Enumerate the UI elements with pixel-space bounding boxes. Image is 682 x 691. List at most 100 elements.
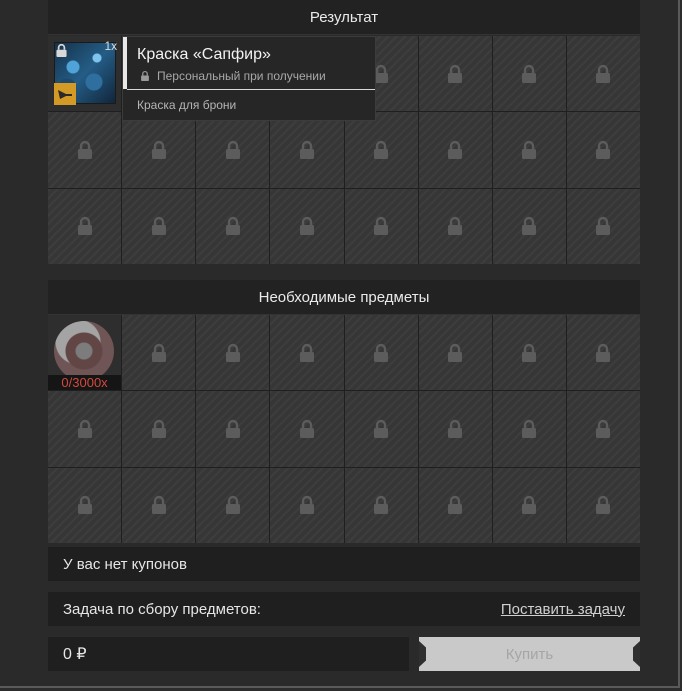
buy-button-label: Купить — [505, 645, 554, 663]
lock-icon — [151, 496, 166, 515]
lock-icon — [448, 217, 463, 236]
crafting-panel: Результат 1x Краска «Сапфир» Персональны… — [0, 0, 680, 688]
coupons-text: У вас нет купонов — [63, 555, 187, 573]
lock-icon — [77, 140, 92, 159]
locked-slot — [566, 36, 640, 112]
locked-slot — [344, 188, 418, 264]
lock-icon — [77, 496, 92, 515]
item-quantity: 1x — [104, 39, 118, 53]
required-header-title: Необходимые предметы — [258, 288, 430, 306]
lock-icon — [77, 419, 92, 438]
tooltip-accent — [123, 37, 127, 89]
locked-slot — [492, 315, 566, 391]
tooltip-title: Краска «Сапфир» — [137, 46, 271, 63]
lock-icon — [374, 496, 389, 515]
lock-icon — [374, 343, 389, 362]
locked-slot — [344, 467, 418, 543]
lock-icon — [448, 343, 463, 362]
lock-icon — [225, 343, 240, 362]
lock-icon — [522, 64, 537, 83]
locked-slot — [492, 467, 566, 543]
price-field: 0 ₽ — [48, 637, 409, 671]
lock-icon — [151, 217, 166, 236]
lock-icon — [522, 496, 537, 515]
lock-icon — [151, 343, 166, 362]
locked-slot — [122, 112, 196, 188]
required-grid: 0/3000x — [48, 315, 640, 543]
result-header: Результат — [48, 0, 640, 35]
coupons-bar: У вас нет купонов — [48, 547, 640, 581]
locked-slot — [492, 188, 566, 264]
lock-icon — [56, 43, 67, 57]
locked-slot — [492, 36, 566, 112]
locked-slot — [566, 391, 640, 467]
lock-icon — [374, 217, 389, 236]
lock-icon — [596, 496, 611, 515]
lock-icon — [596, 217, 611, 236]
locked-slot — [196, 112, 270, 188]
lock-icon — [299, 496, 314, 515]
locked-slot — [418, 391, 492, 467]
locked-slot — [196, 315, 270, 391]
locked-slot — [492, 112, 566, 188]
locked-slot — [344, 112, 418, 188]
lock-icon — [596, 343, 611, 362]
lock-icon — [299, 140, 314, 159]
lock-icon — [151, 140, 166, 159]
task-bar: Задача по сбору предметов: Поставить зад… — [48, 592, 640, 626]
locked-slot — [566, 112, 640, 188]
locked-slot — [196, 467, 270, 543]
tooltip-subtitle: Персональный при получении — [157, 69, 326, 83]
tooltip-divider — [127, 89, 375, 90]
locked-slot — [48, 112, 122, 188]
price-value: 0 ₽ — [63, 646, 87, 663]
lock-icon — [225, 217, 240, 236]
locked-slot — [270, 467, 344, 543]
lock-icon — [448, 64, 463, 83]
result-item-slot[interactable]: 1x — [48, 36, 122, 112]
locked-slot — [418, 188, 492, 264]
locked-slot — [270, 315, 344, 391]
required-item-slot[interactable]: 0/3000x — [48, 315, 122, 391]
locked-slot — [270, 391, 344, 467]
ammo-badge-icon — [54, 83, 76, 106]
lock-icon — [299, 217, 314, 236]
locked-slot — [122, 467, 196, 543]
locked-slot — [492, 391, 566, 467]
lock-icon — [299, 419, 314, 438]
lock-icon — [448, 140, 463, 159]
lock-icon — [448, 496, 463, 515]
locked-slot — [418, 467, 492, 543]
locked-slot — [48, 467, 122, 543]
lock-icon — [374, 140, 389, 159]
locked-slot — [344, 315, 418, 391]
locked-slot — [270, 112, 344, 188]
lock-icon — [374, 419, 389, 438]
item-tooltip: Краска «Сапфир» Персональный при получен… — [122, 36, 376, 121]
lock-icon — [522, 419, 537, 438]
lock-icon — [596, 419, 611, 438]
locked-slot — [418, 315, 492, 391]
locked-slot — [122, 188, 196, 264]
locked-slot — [122, 315, 196, 391]
task-label: Задача по сбору предметов: — [63, 600, 261, 618]
lock-icon — [596, 64, 611, 83]
lock-icon — [522, 140, 537, 159]
lock-icon — [448, 419, 463, 438]
lock-icon — [141, 70, 149, 81]
lock-icon — [522, 343, 537, 362]
locked-slot — [566, 315, 640, 391]
lock-icon — [225, 140, 240, 159]
lock-icon — [225, 496, 240, 515]
lock-icon — [151, 419, 166, 438]
lock-icon — [77, 217, 92, 236]
locked-slot — [566, 188, 640, 264]
locked-slot — [344, 391, 418, 467]
required-header: Необходимые предметы — [48, 280, 640, 315]
set-task-link[interactable]: Поставить задачу — [501, 601, 625, 618]
token-icon — [54, 321, 114, 381]
locked-slot — [48, 188, 122, 264]
buy-button[interactable]: Купить — [419, 637, 640, 671]
lock-icon — [299, 343, 314, 362]
locked-slot — [418, 36, 492, 112]
